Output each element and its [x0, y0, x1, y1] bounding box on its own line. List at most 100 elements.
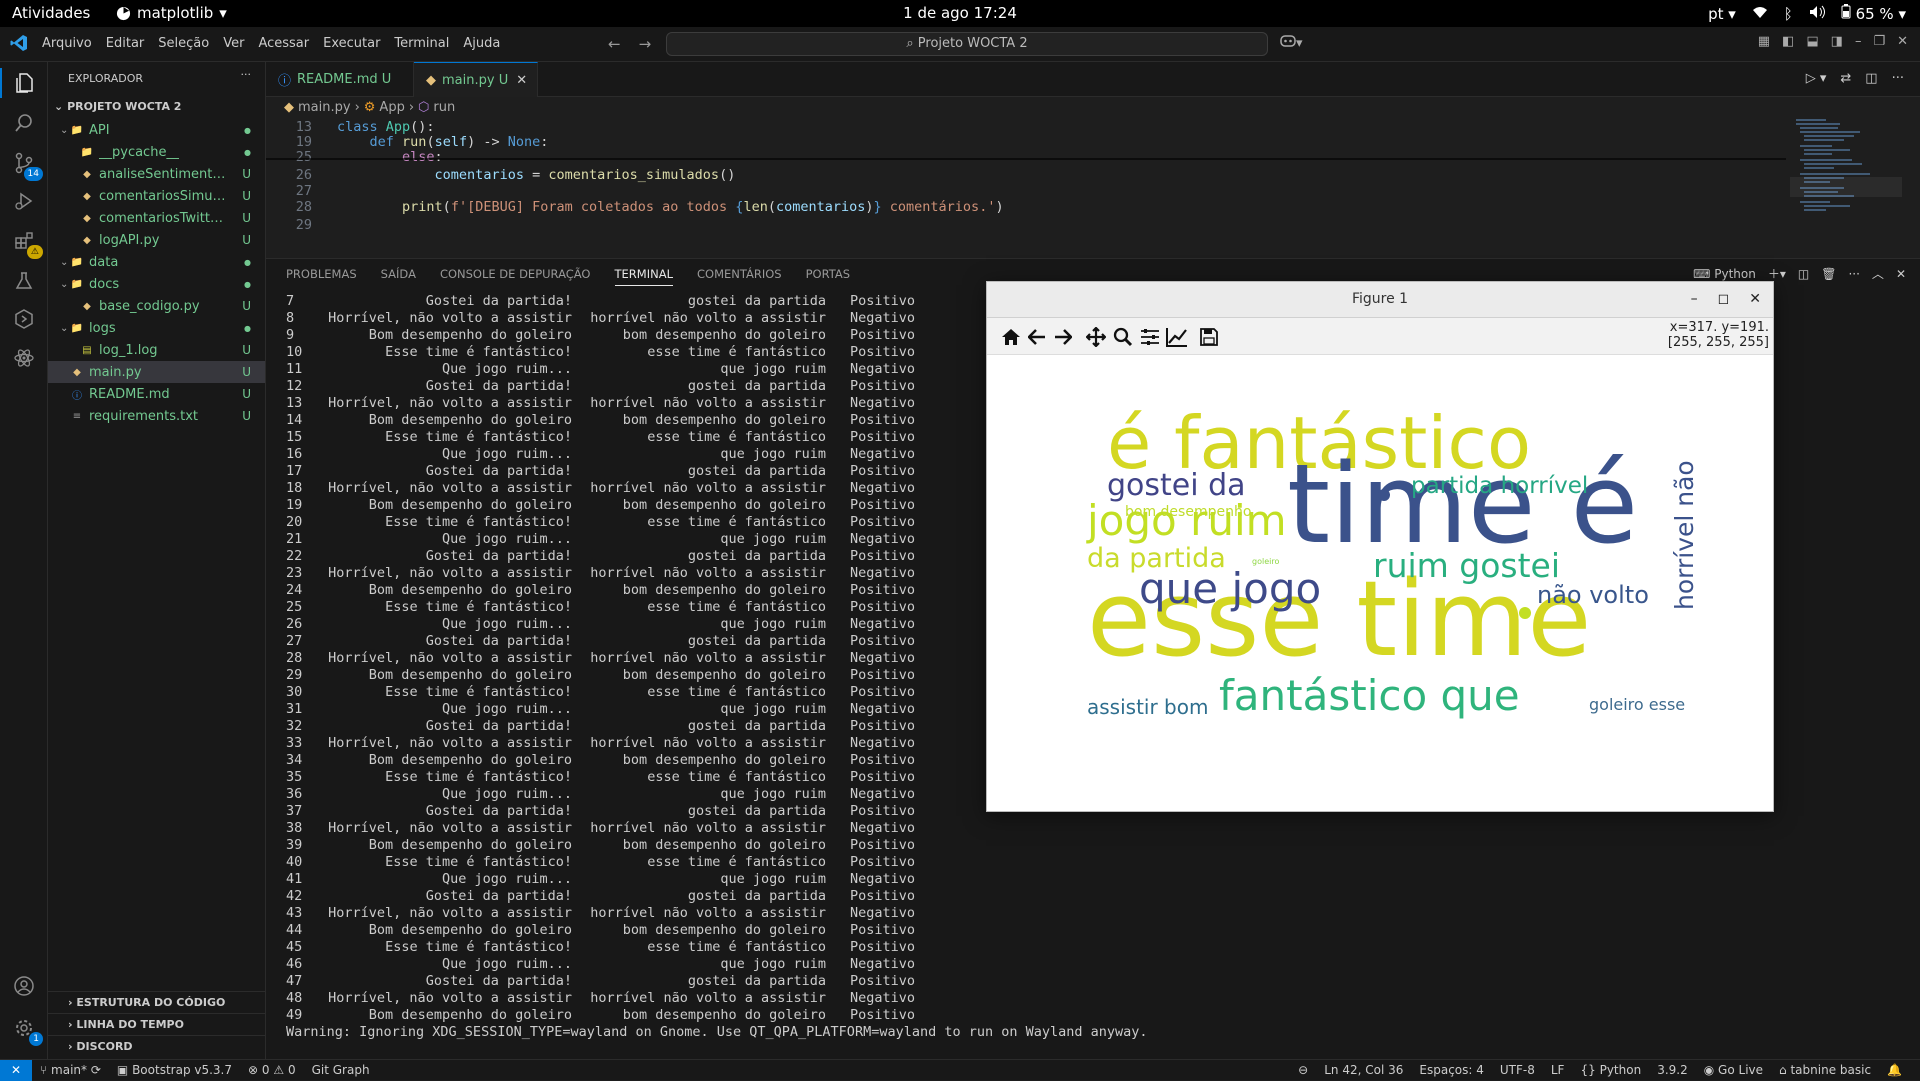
menu-acessar[interactable]: Acessar [258, 36, 309, 51]
tab-terminal[interactable]: TERMINAL [614, 267, 673, 286]
more-actions-icon[interactable]: ··· [241, 68, 252, 81]
run-debug-icon[interactable] [9, 186, 39, 216]
explorer-icon[interactable] [0, 68, 48, 98]
manage-gear-icon[interactable]: 1 [9, 1013, 43, 1046]
menu-terminal[interactable]: Terminal [394, 36, 449, 51]
minimize-icon[interactable]: – [1691, 282, 1698, 316]
tab-debug-console[interactable]: CONSOLE DE DEPURAÇÃO [440, 267, 591, 286]
indentation[interactable]: Espaços: 4 [1419, 1063, 1484, 1077]
account-icon[interactable] [9, 971, 39, 1001]
menu-executar[interactable]: Executar [323, 36, 380, 51]
breadcrumb-class[interactable]: App [379, 100, 404, 119]
python-version[interactable]: 3.9.2 [1657, 1063, 1688, 1077]
toggle-sidebar-icon[interactable]: ◧ [1782, 34, 1794, 49]
close-panel-icon[interactable]: ✕ [1896, 267, 1906, 281]
volume-icon[interactable] [1809, 5, 1825, 23]
clock[interactable]: 1 de ago 17:24 [903, 4, 1017, 22]
git-branch[interactable]: ⑂ main* ⟳ [40, 1063, 101, 1077]
terminal-shell-selector[interactable]: ⌨ Python [1693, 267, 1756, 281]
wordcloud-canvas[interactable]: é fantástico time é esse time gostei da … [987, 355, 1773, 811]
project-root[interactable]: ⌄ PROJETO WOCTA 2 [48, 97, 265, 119]
wifi-icon[interactable] [1752, 5, 1768, 23]
tabnine-status[interactable]: ⌂ tabnine basic [1779, 1063, 1871, 1077]
breadcrumb-method[interactable]: run [433, 100, 455, 119]
close-icon[interactable]: ✕ [1749, 282, 1761, 316]
zoom-icon[interactable] [1111, 325, 1135, 349]
customize-layout-icon[interactable]: ▦ [1758, 34, 1770, 49]
breadcrumb-file[interactable]: main.py [298, 100, 351, 119]
battery-indicator[interactable]: 65 % ▾ [1841, 4, 1906, 23]
zoom-out-icon[interactable]: ⊖ [1298, 1063, 1308, 1077]
tree-item-logs[interactable]: ⌄ 📁 logs ● [48, 317, 265, 339]
new-terminal-icon[interactable]: ＋▾ [1768, 265, 1786, 282]
back-arrow-icon[interactable] [1025, 325, 1049, 349]
tree-item-base-codigo-py[interactable]: ◆ base_codigo.py U [48, 295, 265, 317]
forward-arrow-icon[interactable]: → [639, 35, 652, 53]
more-actions-icon[interactable]: ··· [1848, 267, 1859, 281]
tab-main-py[interactable]: ◆ main.py U ✕ [414, 62, 538, 97]
remote-indicator-icon[interactable]: ✕ [0, 1060, 32, 1081]
tab-comments[interactable]: COMENTÁRIOS [697, 267, 782, 286]
compare-changes-icon[interactable]: ⇄ [1840, 71, 1851, 86]
tab-readme[interactable]: ⓘ README.md U [266, 62, 414, 97]
toggle-secondary-sidebar-icon[interactable]: ◨ [1831, 34, 1843, 49]
close-icon[interactable]: ✕ [1897, 34, 1908, 49]
configure-subplots-icon[interactable] [1138, 325, 1162, 349]
tab-problems[interactable]: PROBLEMAS [286, 267, 357, 286]
tree-item-log-1-log[interactable]: ▤ log_1.log U [48, 339, 265, 361]
command-center-search[interactable]: ⌕ Projeto WOCTA 2 [666, 32, 1268, 56]
discord-section[interactable]: › DISCORD [48, 1035, 266, 1057]
go-live-button[interactable]: ◉ Go Live [1704, 1063, 1763, 1077]
maximize-icon[interactable]: ◻ [1718, 282, 1730, 316]
menu-ajuda[interactable]: Ajuda [463, 36, 500, 51]
tree-item-analisesentimentos-py[interactable]: ◆ analiseSentimentos.py U [48, 163, 265, 185]
remote-explorer-icon[interactable] [9, 304, 39, 334]
tree-item-comentariossimulados-[interactable]: ◆ comentariosSimulados.... U [48, 185, 265, 207]
menu-editar[interactable]: Editar [106, 36, 145, 51]
restore-icon[interactable]: ❐ [1873, 34, 1885, 49]
home-icon[interactable] [999, 325, 1023, 349]
split-terminal-icon[interactable]: ◫ [1798, 267, 1809, 281]
toggle-panel-icon[interactable]: ⬓ [1806, 34, 1818, 49]
tree-item-requirements-txt[interactable]: ≡ requirements.txt U [48, 405, 265, 427]
edit-axis-icon[interactable] [1165, 325, 1189, 349]
outline-section[interactable]: › ESTRUTURA DO CÓDIGO [48, 991, 266, 1013]
react-icon[interactable] [9, 343, 39, 373]
tree-item-data[interactable]: ⌄ 📁 data ● [48, 251, 265, 273]
save-icon[interactable] [1197, 325, 1221, 349]
tab-output[interactable]: SAÍDA [381, 267, 416, 286]
tree-item--pycache-[interactable]: 📁 __pycache__ ● [48, 141, 265, 163]
minimize-icon[interactable]: – [1855, 34, 1862, 49]
bluetooth-icon[interactable]: ᛒ [1784, 5, 1793, 23]
problems-status[interactable]: ⊗ 0 ⚠ 0 [248, 1063, 296, 1077]
search-icon[interactable] [9, 108, 39, 138]
tree-item-logapi-py[interactable]: ◆ logAPI.py U [48, 229, 265, 251]
split-editor-icon[interactable]: ◫ [1865, 71, 1877, 86]
copilot-icon[interactable]: ▾ [1280, 34, 1303, 51]
maximize-panel-icon[interactable]: ︿ [1872, 265, 1884, 282]
menu-ver[interactable]: Ver [223, 36, 244, 51]
tree-item-api[interactable]: ⌄ 📁 API ● [48, 119, 265, 141]
minimap[interactable] [1790, 119, 1905, 254]
bootstrap-status[interactable]: ▣ Bootstrap v5.3.7 [117, 1063, 232, 1077]
source-control-icon[interactable]: 14 [9, 148, 43, 181]
close-tab-icon[interactable]: ✕ [516, 73, 527, 88]
forward-arrow-icon[interactable] [1051, 325, 1075, 349]
timeline-section[interactable]: › LINHA DO TEMPO [48, 1013, 266, 1035]
tab-ports[interactable]: PORTAS [806, 267, 850, 286]
testing-icon[interactable] [9, 266, 39, 296]
tree-item-readme-md[interactable]: ⓘ README.md U [48, 383, 265, 405]
run-python-icon[interactable]: ▷ ▾ [1806, 71, 1827, 86]
back-arrow-icon[interactable]: ← [608, 35, 621, 53]
notifications-bell-icon[interactable]: 🔔 [1887, 1063, 1902, 1077]
app-menu[interactable]: matplotlib ▾ [116, 4, 227, 22]
encoding[interactable]: UTF-8 [1500, 1063, 1535, 1077]
activities-button[interactable]: Atividades [12, 4, 90, 22]
language-mode[interactable]: {} Python [1580, 1063, 1641, 1077]
git-graph-button[interactable]: Git Graph [312, 1063, 370, 1077]
extensions-icon[interactable]: ⚠ [9, 226, 43, 259]
trash-icon[interactable]: 🗑 [1821, 267, 1836, 281]
code-editor[interactable]: 13 class App(): 19 def run(self) -> None: 2… [266, 119, 1786, 254]
tree-item-docs[interactable]: ⌄ 📁 docs ● [48, 273, 265, 295]
language-indicator[interactable]: pt ▾ [1708, 5, 1736, 23]
